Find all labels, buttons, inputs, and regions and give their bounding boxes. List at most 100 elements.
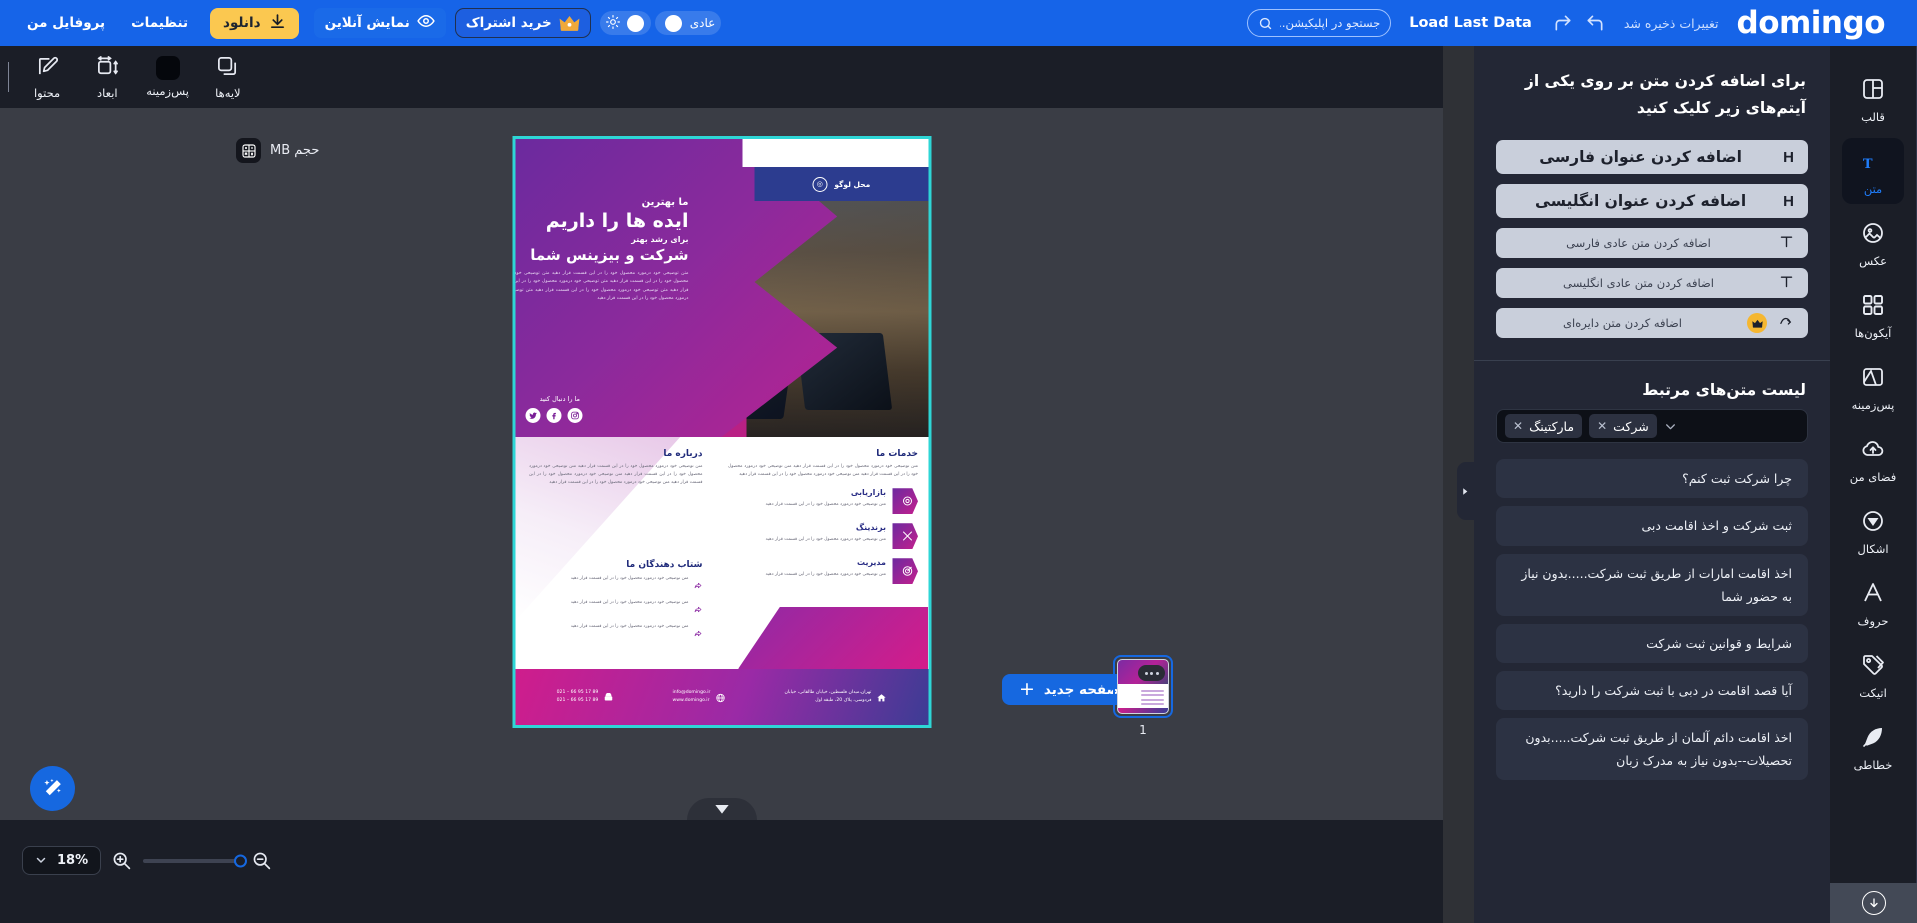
right-nav-scroll-down-button[interactable] [1830,883,1917,923]
tag-filter-field[interactable]: شرکت ✕ مارکتینگ ✕ [1496,409,1808,444]
poster-hero-line2[interactable]: ایده ها را داریم [515,210,689,232]
poster-services-paragraph[interactable]: متن توضیحی خود درمورد محصول خود را در ای… [728,463,918,479]
tag-chip[interactable]: مارکتینگ ✕ [1505,414,1583,439]
poster-about-heading[interactable]: درباره ما [529,449,702,459]
related-text-item[interactable]: اخذ اقامت امارات از طریق ثبت شرکت.....بد… [1496,553,1808,616]
search-box[interactable] [1247,9,1392,37]
theme-toggle-light[interactable] [599,11,651,35]
add-persian-text-button[interactable]: اضافه کردن متن عادی فارسی [1496,228,1808,259]
toolbar-divider [8,62,9,92]
calculator-icon[interactable] [236,138,261,163]
poster-hero-line4[interactable]: شرکت و بیزینس شما [515,246,688,264]
related-text-item[interactable]: چرا شرکت ثبت کنم؟ [1496,459,1808,499]
tag-chip[interactable]: شرکت ✕ [1589,414,1657,439]
close-icon[interactable]: ✕ [1513,419,1523,433]
theme-toggle-group: عادی [599,11,722,35]
sidebar-item-text[interactable]: TT متن [1842,138,1904,204]
zoom-out-icon[interactable] [251,850,273,872]
design-canvas-page[interactable]: محل لوگو ◎ ما بهترین ایده ها را داریم بر… [512,136,931,728]
sidebar-item-background[interactable]: پس‌زمینه [1842,354,1904,420]
close-icon[interactable]: ✕ [1597,419,1607,433]
related-text-item[interactable]: آیا قصد اقامت در دبی با ثبت شرکت را داری… [1496,670,1808,710]
poster-service-desc[interactable]: متن توضیحی خود درمورد محصول خود را در ای… [728,501,886,509]
related-text-item[interactable]: شرایط و قوانین ثبت شرکت [1496,623,1808,663]
chevron-down-icon[interactable] [1664,420,1677,433]
poster-service-item[interactable]: بازاریابی متن توضیحی خود درمورد محصول خو… [728,488,918,515]
sidebar-item-letters[interactable]: حروف [1842,570,1904,636]
right-panel-collapse-button[interactable] [1457,462,1474,520]
canvas-collapse-chevron[interactable] [686,798,757,820]
layers-icon [216,55,239,82]
search-icon [1258,16,1273,31]
poster-about-paragraph[interactable]: متن توضیحی خود درمورد محصول خود را در ای… [529,463,702,487]
poster-hero-line3[interactable]: برای رشد بهتر [515,235,688,244]
canvas-area[interactable]: حجم MB محل لوگو ◎ ما بهترین ایده ها را د… [0,108,1443,820]
related-text-item[interactable]: ثبت شرکت و اخذ اقامت دبی [1496,506,1808,546]
share-arrow-icon [693,599,702,618]
mode-toggle-normal[interactable]: عادی [654,11,722,35]
poster-service-item[interactable]: برندینگ متن توضیحی خود درمورد محصول خود … [728,523,918,550]
share-arrow-icon [693,575,702,594]
poster-accel-text[interactable]: متن توضیحی خود درمورد محصول خود را در ای… [529,623,689,631]
poster-logo-slot[interactable]: محل لوگو ◎ [754,167,928,201]
app-logo[interactable]: domingo [1737,7,1886,39]
poster-footer-phone[interactable]: 021 – 66 95 17 89 021 – 66 95 17 89 [557,688,614,707]
poster-services-heading[interactable]: خدمات ما [728,449,918,459]
poster-accel-text[interactable]: متن توضیحی خود درمورد محصول خود را در ای… [529,599,689,607]
poster-accelerators-column: شتاب دهندگان ما متن توضیحی خود درمورد مح… [529,560,702,642]
add-curved-text-button[interactable]: اضافه کردن متن دایره‌ای [1496,308,1808,339]
poster-service-item[interactable]: مدیریت متن توضیحی خود درمورد محصول خود ر… [728,558,918,585]
tools-icon [892,523,918,550]
tool-layers[interactable]: لایه‌ها [202,55,254,100]
add-english-heading-label: اضافه کردن عنوان انگلیسی [1535,192,1747,211]
poster-hero-line1[interactable]: ما بهترین [515,197,689,208]
poster-accelerators-heading[interactable]: شتاب دهندگان ما [529,560,702,570]
profile-link[interactable]: پروفایل من [27,15,105,31]
zoom-slider[interactable] [143,854,248,867]
poster-accel-item[interactable]: متن توضیحی خود درمورد محصول خود را در ای… [529,575,702,594]
related-text-item[interactable]: اخذ اقامت دائم آلمان از طریق ثبت شرکت...… [1496,718,1808,781]
search-input[interactable] [1280,16,1381,30]
magic-wand-button[interactable] [30,766,75,811]
sidebar-item-tag[interactable]: اتیکت [1842,642,1904,708]
tool-background[interactable]: پس‌زمینه [141,56,193,98]
settings-link[interactable]: تنظیمات [131,15,188,31]
sidebar-item-shapes[interactable]: اشکال [1842,498,1904,564]
zoom-in-icon[interactable] [111,850,133,872]
poster-service-desc[interactable]: متن توضیحی خود درمورد محصول خود را در ای… [728,571,886,579]
zoom-level-select[interactable]: 18% [22,846,102,875]
poster-hero-paragraph[interactable]: متن توضیحی خود درمورد محصول خود را در ای… [515,270,688,304]
instagram-icon[interactable] [567,408,582,423]
tool-content[interactable]: محتوا [21,55,73,100]
sidebar-item-my-space[interactable]: فضای من [1842,426,1904,492]
add-english-heading-button[interactable]: H اضافه کردن عنوان انگلیسی [1496,184,1808,219]
poster-logo-label: محل لوگو [834,179,871,189]
poster-service-desc[interactable]: متن توضیحی خود درمورد محصول خود را در ای… [728,536,886,544]
twitter-icon[interactable] [525,408,540,423]
tool-dimensions[interactable]: ابعاد [81,55,133,100]
poster-footer-address[interactable]: تهران،میدان فلسطین، خیابان طالقانی، خیاب… [785,688,887,707]
poster-accel-item[interactable]: متن توضیحی خود درمورد محصول خود را در ای… [529,623,702,642]
sidebar-item-shapes-label: اشکال [1857,542,1889,556]
redo-icon[interactable] [1552,12,1574,34]
undo-icon[interactable] [1584,12,1606,34]
poster-service-title[interactable]: مدیریت [728,558,886,567]
sidebar-item-calligraphy[interactable]: خطاطی [1842,714,1904,780]
page-thumbnail[interactable] [1113,655,1173,718]
sidebar-item-template[interactable]: قالب [1842,66,1904,132]
poster-footer-email[interactable]: info@domingo.ir www.domingo.ir [673,688,726,707]
sidebar-item-image[interactable]: عکس [1842,210,1904,276]
zoom-slider-thumb[interactable] [234,854,248,867]
poster-service-title[interactable]: برندینگ [728,523,886,532]
download-button[interactable]: دانلود [210,7,299,39]
poster-accel-item[interactable]: متن توضیحی خود درمورد محصول خود را در ای… [529,599,702,618]
add-english-text-button[interactable]: اضافه کردن متن عادی انگلیسی [1496,268,1808,299]
facebook-icon[interactable] [546,408,561,423]
poster-service-title[interactable]: بازاریابی [728,488,886,497]
load-last-data-button[interactable]: Load Last Data [1409,15,1532,31]
sidebar-item-icons[interactable]: آیکون‌ها [1842,282,1904,348]
poster-accel-text[interactable]: متن توضیحی خود درمورد محصول خود را در ای… [529,575,689,583]
online-preview-button[interactable]: نمایش آنلاین [313,8,446,38]
add-persian-heading-button[interactable]: H اضافه کردن عنوان فارسی [1496,140,1808,175]
buy-subscription-button[interactable]: خرید اشتراک [454,8,591,38]
